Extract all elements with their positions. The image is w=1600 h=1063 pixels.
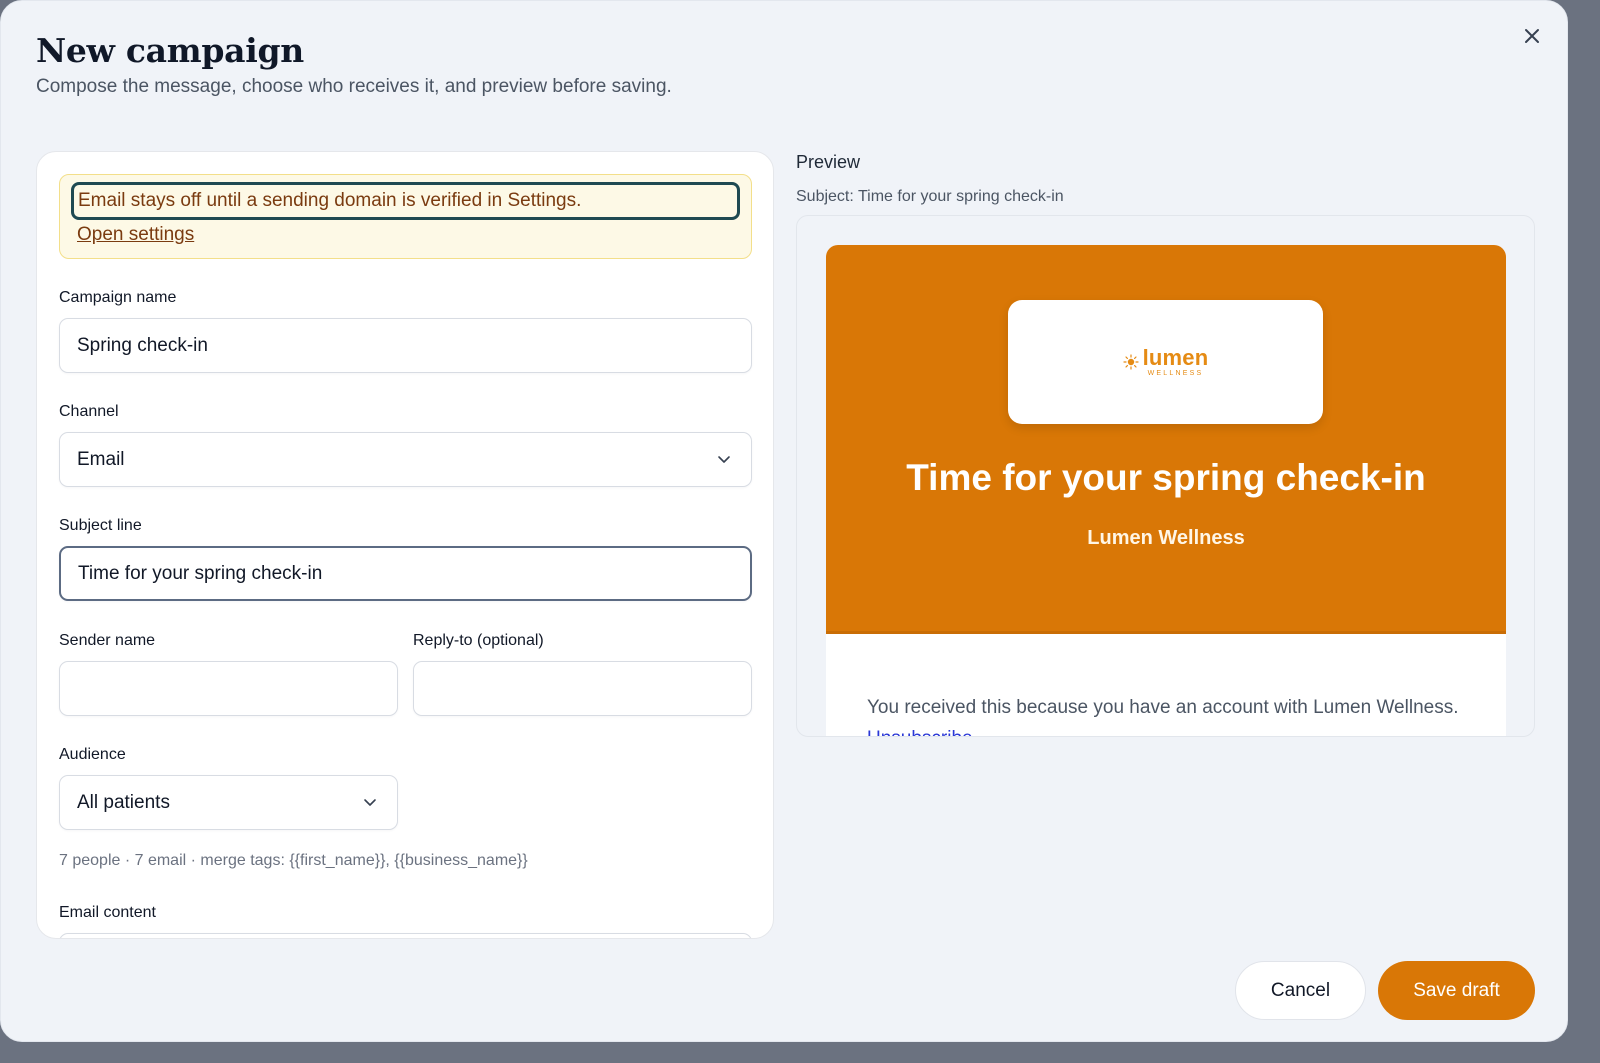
email-footer: You received this because you have an ac… [867,692,1467,736]
reply-to-label: Reply-to (optional) [413,632,544,649]
subject-line-input[interactable]: Time for your spring check-in [59,546,752,601]
email-brand-name: Lumen Wellness [1087,527,1245,549]
close-button[interactable] [1519,23,1545,49]
chevron-down-icon [364,799,376,806]
audience-select[interactable]: All patients [59,775,398,830]
audience-summary: 7 people · 7 email · merge tags: {{first… [59,852,528,869]
audience-value: All patients [77,791,170,813]
dialog-subtitle: Compose the message, choose who receives… [36,76,672,97]
open-settings-link[interactable]: Open settings [77,224,194,246]
reply-to-input[interactable] [413,661,752,716]
alert-message: Email stays off until a sending domain i… [71,182,740,220]
sun-icon [1122,354,1139,370]
email-preview: lumen WELLNESS Time for your spring chec… [826,245,1506,736]
subject-line-label: Subject line [59,517,142,534]
email-hero-title: Time for your spring check-in [906,457,1426,498]
dialog-title: New campaign [36,31,304,70]
email-hero: lumen WELLNESS Time for your spring chec… [826,245,1506,634]
email-content-editor[interactable] [59,933,752,938]
campaign-name-value: Spring check-in [77,334,208,356]
email-footer-text: You received this because you have an ac… [867,697,1459,718]
campaign-form: Email stays off until a sending domain i… [36,151,774,939]
audience-label: Audience [59,746,126,763]
brand-logo: lumen WELLNESS [1122,345,1209,377]
campaign-name-input[interactable]: Spring check-in [59,318,752,373]
close-icon [1525,29,1539,43]
domain-warning-alert: Email stays off until a sending domain i… [59,174,752,259]
subject-line-value: Time for your spring check-in [78,562,323,584]
email-content-label: Email content [59,904,156,921]
preview-subject: Subject: Time for your spring check-in [796,188,1064,205]
save-draft-button[interactable]: Save draft [1378,961,1535,1020]
cancel-button[interactable]: Cancel [1235,961,1366,1020]
campaign-name-label: Campaign name [59,289,177,306]
sender-name-label: Sender name [59,632,156,649]
chevron-down-icon [718,456,730,463]
new-campaign-dialog: New campaign Compose the message, choose… [0,0,1568,1042]
channel-label: Channel [59,403,119,420]
unsubscribe-link[interactable]: Unsubscribe [867,728,973,736]
channel-value: Email [77,448,125,470]
channel-select[interactable]: Email [59,432,752,487]
preview-heading: Preview [796,152,861,172]
logo-card: lumen WELLNESS [1008,300,1323,424]
logo-tagline: WELLNESS [1147,370,1204,377]
logo-wordmark: lumen [1142,345,1209,370]
email-preview-frame[interactable]: lumen WELLNESS Time for your spring chec… [796,215,1535,737]
dialog-header: New campaign Compose the message, choose… [36,31,672,98]
sender-name-input[interactable] [59,661,398,716]
